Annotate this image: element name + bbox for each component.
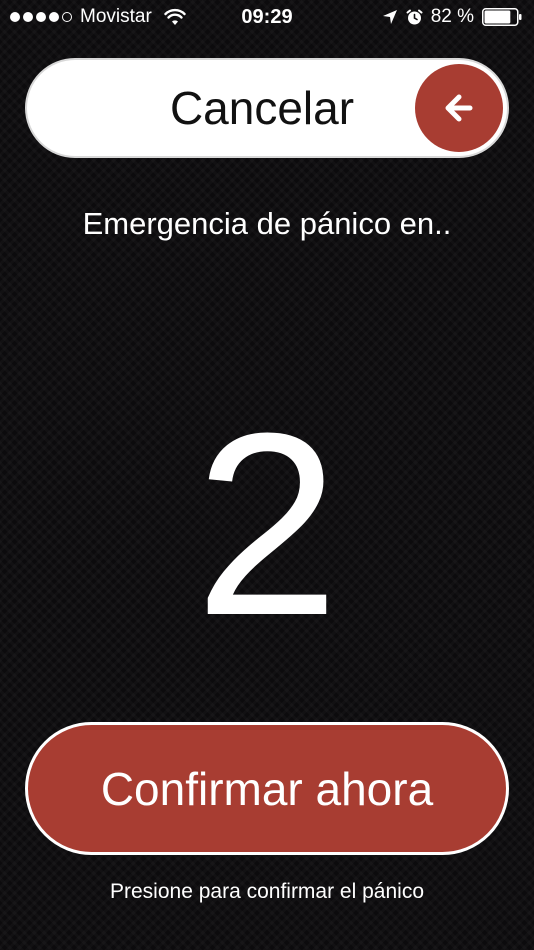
battery-percent: 82 % <box>430 6 474 27</box>
confirm-now-button[interactable]: Confirmar ahora <box>25 722 509 855</box>
cancel-label: Cancelar <box>169 82 355 134</box>
arrow-left-icon <box>445 94 473 122</box>
battery-fill <box>484 10 511 24</box>
wifi-icon <box>164 8 186 25</box>
countdown-caption: Emergencia de pánico en.. <box>82 206 452 241</box>
carrier-name: Movistar <box>80 6 152 27</box>
signal-dot <box>36 12 46 22</box>
alarm-icon <box>406 9 423 24</box>
cancel-slider-handle[interactable] <box>415 64 503 152</box>
countdown-number: 2 <box>194 380 340 670</box>
signal-dots-icon <box>10 12 72 22</box>
signal-dot <box>10 12 20 22</box>
cancel-slider[interactable]: Cancelar <box>25 58 509 158</box>
signal-dot-empty <box>62 12 72 22</box>
status-left: Movistar <box>10 6 186 28</box>
signal-dot <box>23 12 33 22</box>
signal-dot <box>49 12 59 22</box>
status-bar: Movistar 09:29 82 % <box>0 0 534 36</box>
confirm-hint: Presione para confirmar el pánico <box>110 880 424 903</box>
status-right: 82 % <box>382 6 522 28</box>
battery-icon <box>482 8 522 26</box>
location-arrow-icon <box>382 10 397 24</box>
